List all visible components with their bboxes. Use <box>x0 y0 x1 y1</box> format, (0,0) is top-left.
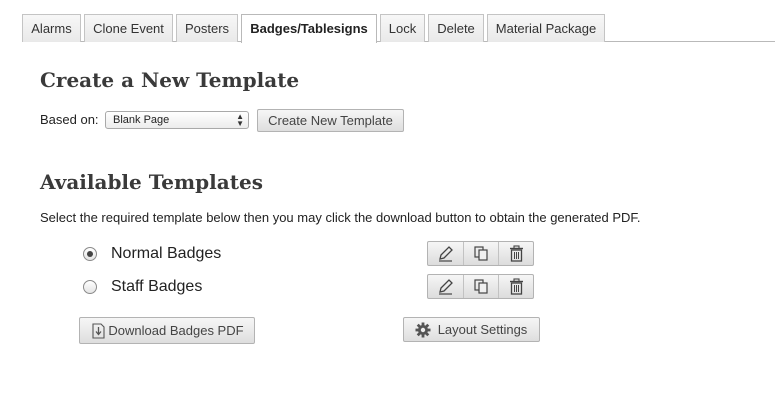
edit-icon[interactable] <box>428 275 463 298</box>
gear-icon <box>415 322 431 338</box>
template-actions <box>427 274 534 299</box>
based-on-select[interactable]: Blank Page ▲ ▼ <box>105 111 249 129</box>
delete-icon[interactable] <box>498 275 533 298</box>
delete-icon[interactable] <box>498 242 533 265</box>
template-radio[interactable] <box>83 247 97 261</box>
tab-clone-event[interactable]: Clone Event <box>84 14 173 42</box>
create-template-heading: Create a New Template <box>40 68 300 92</box>
tab-badges-tablesigns[interactable]: Badges/Tablesigns <box>241 14 377 43</box>
edit-icon[interactable] <box>428 242 463 265</box>
tab-delete[interactable]: Delete <box>428 14 484 42</box>
tab-alarms[interactable]: Alarms <box>22 14 81 42</box>
tab-posters[interactable]: Posters <box>176 14 238 42</box>
template-actions <box>427 241 534 266</box>
based-on-selected-value: Blank Page <box>113 114 170 126</box>
copy-icon[interactable] <box>463 275 498 298</box>
download-button-label: Download Badges PDF <box>108 323 244 338</box>
create-new-template-button[interactable]: Create New Template <box>257 109 404 132</box>
download-file-icon <box>92 323 105 339</box>
template-name: Staff Badges <box>111 278 203 295</box>
available-templates-heading: Available Templates <box>40 170 263 194</box>
tab-bar: Alarms Clone Event Posters Badges/Tables… <box>0 14 775 43</box>
layout-button-label: Layout Settings <box>437 322 528 337</box>
select-arrows-icon: ▲ ▼ <box>236 112 244 128</box>
instructions-text: Select the required template below then … <box>40 210 641 225</box>
template-name: Normal Badges <box>111 245 222 262</box>
based-on-label: Based on: <box>40 112 99 127</box>
tab-lock[interactable]: Lock <box>380 14 425 42</box>
tab-material-package[interactable]: Material Package <box>487 14 605 42</box>
copy-icon[interactable] <box>463 242 498 265</box>
layout-settings-button[interactable]: Layout Settings <box>403 317 540 342</box>
template-radio[interactable] <box>83 280 97 294</box>
download-badges-pdf-button[interactable]: Download Badges PDF <box>79 317 255 344</box>
